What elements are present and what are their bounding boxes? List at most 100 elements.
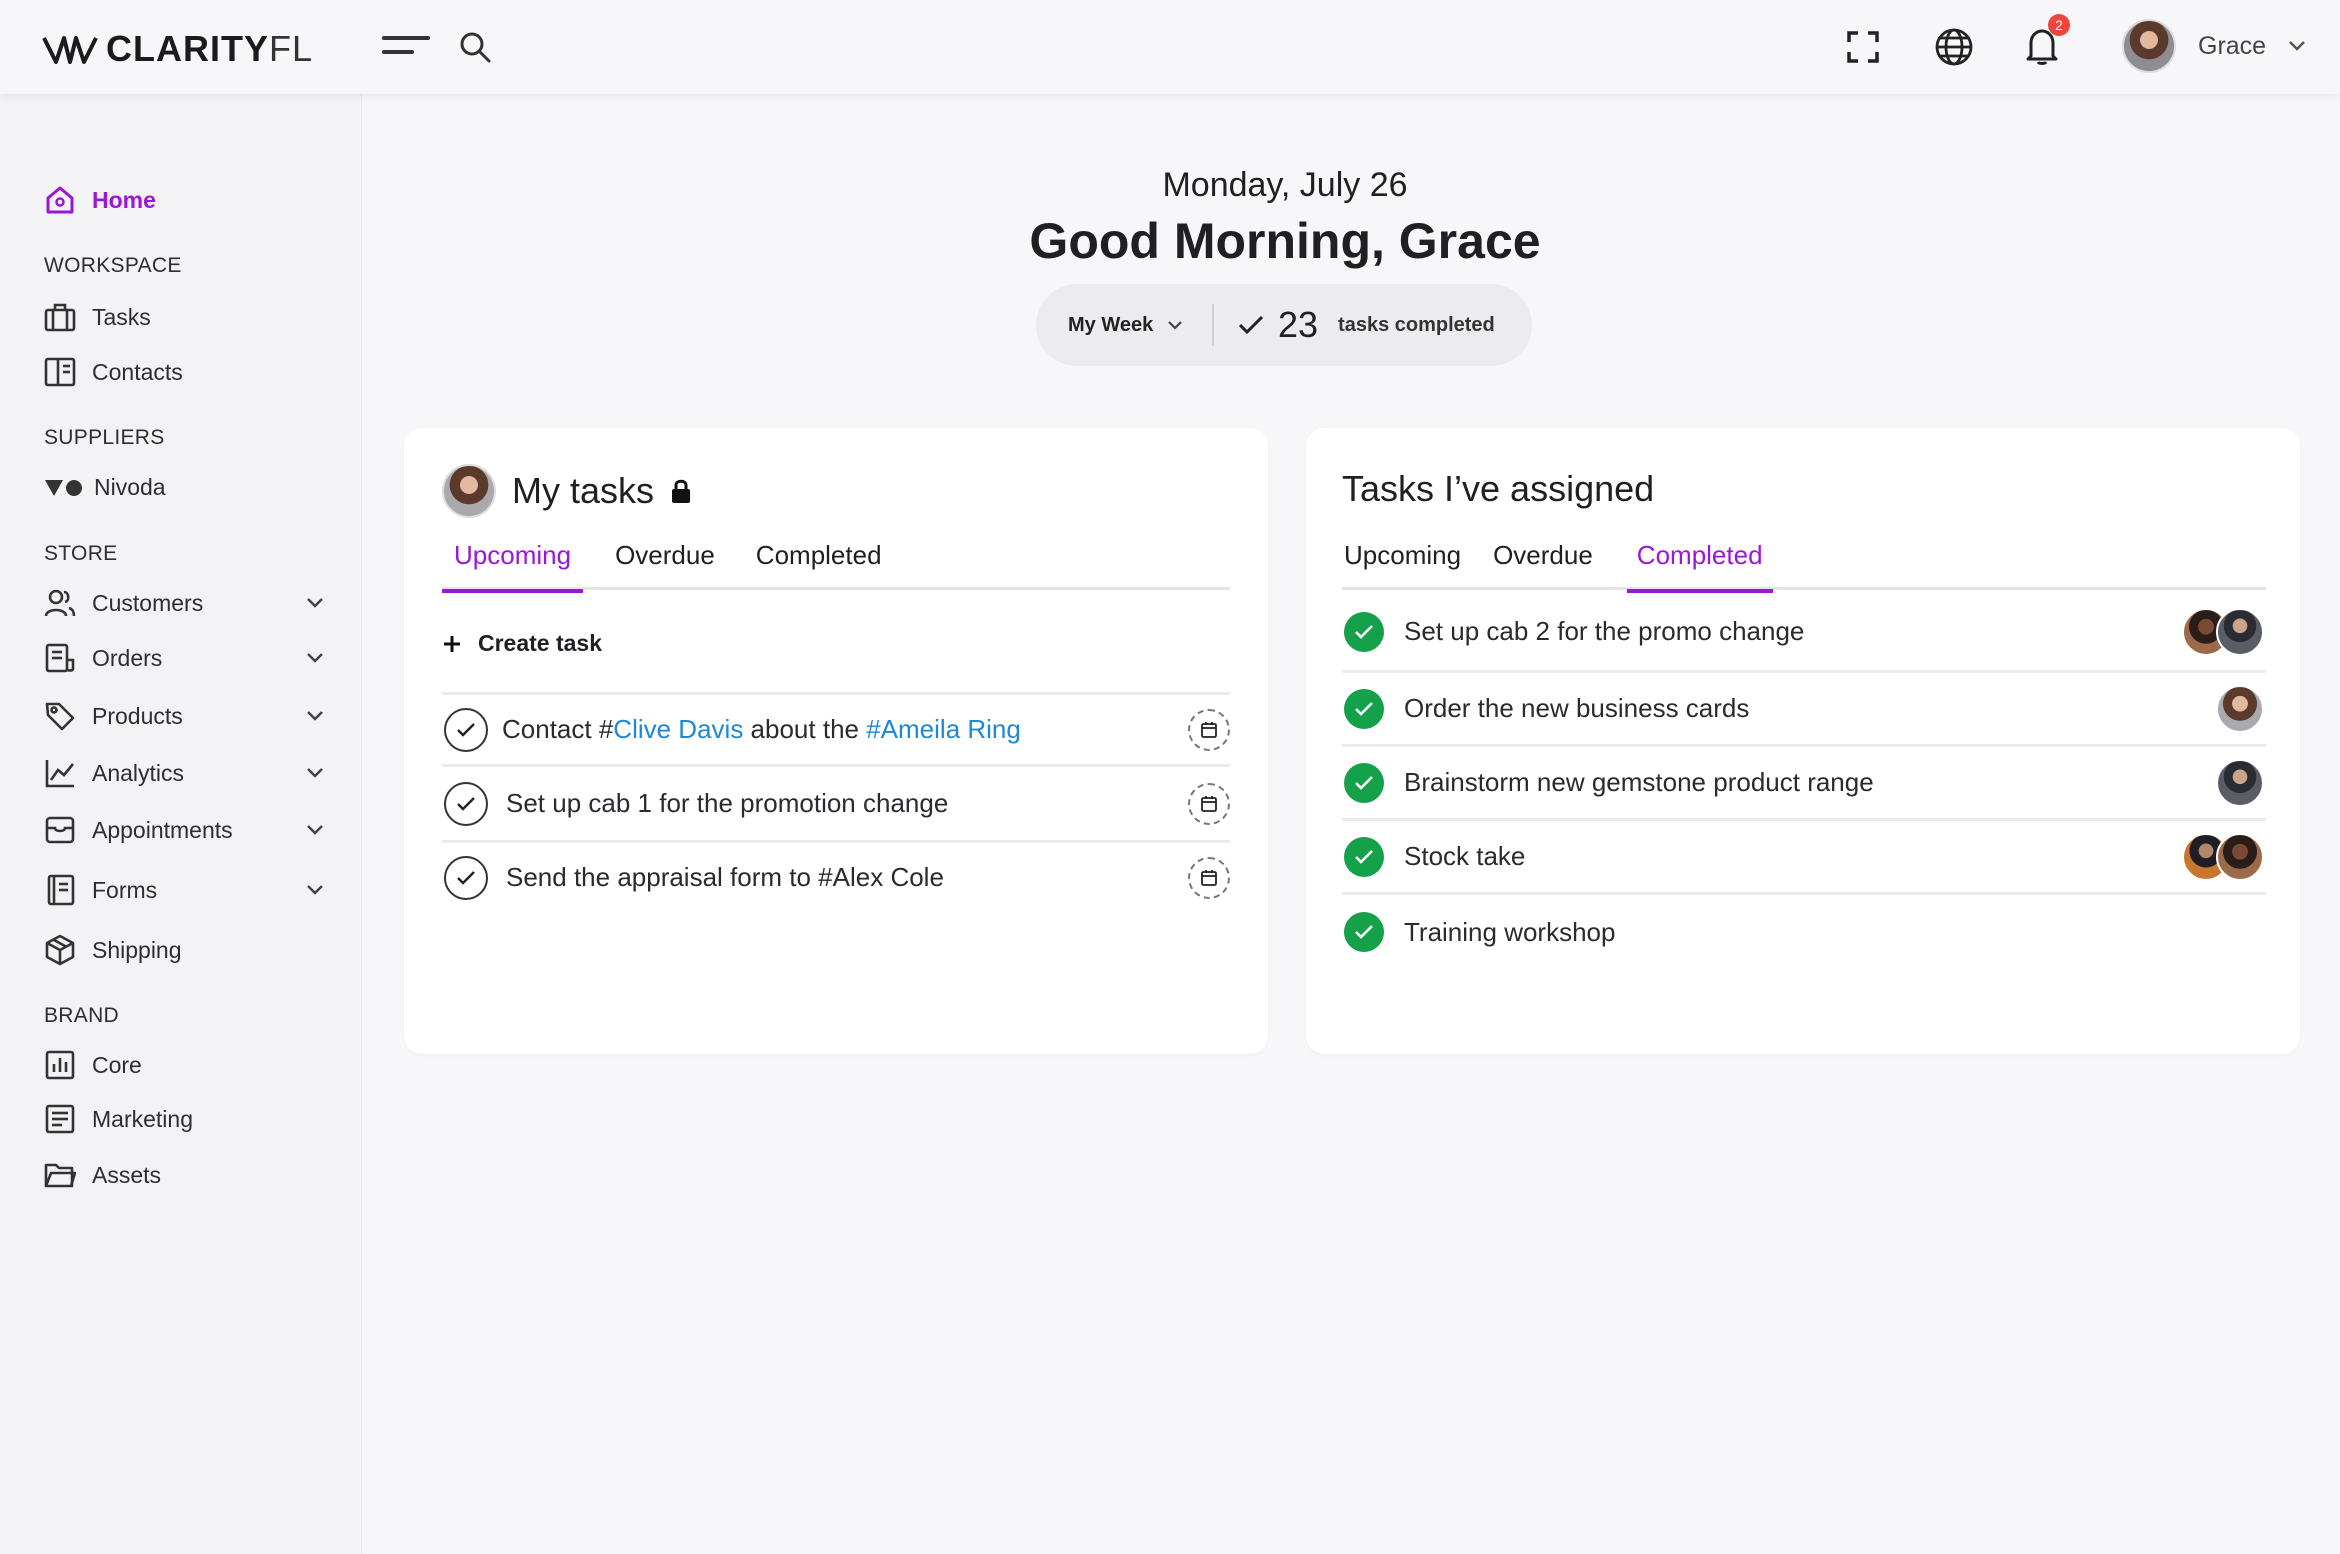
- customers-icon: [44, 589, 76, 617]
- form-icon: [47, 874, 75, 906]
- my-tasks-card: My tasks Upcoming Overdue Completed Crea…: [404, 428, 1268, 1054]
- sidebar-item-contacts[interactable]: Contacts: [44, 357, 324, 387]
- assignee-avatars[interactable]: [2182, 607, 2264, 656]
- task-row[interactable]: Contact #Clive Davis about the #Ameila R…: [442, 692, 1230, 764]
- product-link[interactable]: #Ameila Ring: [866, 714, 1021, 744]
- sidebar-item-products[interactable]: Products: [44, 700, 324, 732]
- assignee-avatars[interactable]: [2182, 832, 2264, 881]
- inbox-icon: [45, 816, 75, 844]
- sidebar-item-orders[interactable]: Orders: [44, 642, 324, 674]
- chevron-down-icon: [307, 768, 323, 778]
- assignee-avatar: [2216, 758, 2264, 807]
- user-menu[interactable]: Grace: [2122, 19, 2306, 73]
- tab-completed[interactable]: Completed: [742, 532, 896, 590]
- tab-overdue[interactable]: Overdue: [1491, 532, 1595, 590]
- assignee-avatars[interactable]: [2216, 684, 2264, 733]
- due-date-button[interactable]: [1188, 856, 1230, 899]
- fullscreen-icon[interactable]: [1846, 30, 1880, 64]
- completed-check-icon: [1344, 836, 1384, 877]
- brand-name: CLARITYFL: [106, 28, 314, 69]
- document-icon: [45, 1104, 75, 1134]
- assignee-avatars[interactable]: [2216, 758, 2264, 807]
- due-date-button[interactable]: [1188, 708, 1230, 751]
- my-tasks-title: My tasks: [442, 464, 692, 518]
- sidebar-item-label: Products: [92, 702, 183, 729]
- sidebar-item-marketing[interactable]: Marketing: [44, 1104, 324, 1134]
- sidebar-item-tasks[interactable]: Tasks: [44, 302, 324, 332]
- chevron-down-icon: [307, 825, 323, 835]
- contact-link[interactable]: Clive Davis: [613, 714, 743, 744]
- sidebar: Home WORKSPACE Tasks Contacts SUPPLIERS …: [0, 94, 362, 1554]
- calendar-icon: [1201, 795, 1217, 812]
- chevron-down-icon: [1168, 321, 1183, 330]
- my-tasks-tabs: Upcoming Overdue Completed: [442, 532, 1230, 593]
- sidebar-item-assets[interactable]: Assets: [44, 1160, 324, 1190]
- menu-toggle-icon[interactable]: [382, 30, 430, 60]
- chevron-down-icon: [2289, 41, 2305, 51]
- assigned-task-row[interactable]: Stock take: [1342, 821, 2266, 895]
- assignee-avatar: [2216, 832, 2264, 881]
- assignee-avatar: [2216, 607, 2264, 656]
- task-complete-toggle[interactable]: [444, 781, 488, 826]
- task-row[interactable]: Set up cab 1 for the promotion change: [442, 764, 1230, 840]
- assigned-tasks-card: Tasks I’ve assigned Upcoming Overdue Com…: [1306, 428, 2300, 1054]
- greeting-title: Good Morning, Grace: [1029, 213, 1541, 269]
- check-icon: [457, 796, 475, 811]
- chevron-down-icon: [307, 598, 323, 608]
- sidebar-item-core[interactable]: Core: [44, 1050, 324, 1080]
- assigned-task-row[interactable]: Order the new business cards: [1342, 673, 2266, 747]
- assigned-task-row[interactable]: Set up cab 2 for the promo change: [1342, 593, 2266, 673]
- task-text: Send the appraisal form to #Alex Cole: [506, 862, 944, 892]
- orders-icon: [45, 643, 75, 673]
- user-name: Grace: [2198, 31, 2267, 60]
- task-row[interactable]: Send the appraisal form to #Alex Cole: [442, 840, 1230, 912]
- task-complete-toggle[interactable]: [444, 855, 488, 900]
- sidebar-item-shipping[interactable]: Shipping: [44, 934, 324, 966]
- task-text: Stock take: [1404, 841, 1526, 871]
- task-text-segment: Contact #: [502, 714, 614, 744]
- section-suppliers: SUPPLIERS: [44, 426, 165, 449]
- sidebar-item-analytics[interactable]: Analytics: [44, 758, 324, 788]
- sidebar-item-label: Appointments: [92, 816, 233, 843]
- create-task-button[interactable]: Create task: [442, 630, 602, 657]
- completed-count: 23: [1278, 304, 1319, 345]
- tab-upcoming[interactable]: Upcoming: [1342, 532, 1463, 590]
- sidebar-item-label: Assets: [92, 1161, 162, 1188]
- task-text: Set up cab 1 for the promotion change: [506, 788, 949, 818]
- sidebar-item-nivoda[interactable]: Nivoda: [44, 474, 324, 501]
- task-text: Brainstorm new gemstone product range: [1404, 767, 1874, 797]
- task-complete-toggle[interactable]: [444, 707, 488, 752]
- sidebar-item-forms[interactable]: Forms: [44, 874, 324, 906]
- tab-overdue[interactable]: Overdue: [601, 532, 729, 590]
- task-text: Contact #Clive Davis about the #Ameila R…: [502, 714, 1021, 745]
- completed-label: tasks completed: [1338, 313, 1495, 336]
- notifications-bell-icon[interactable]: 2: [2024, 14, 2070, 66]
- sidebar-item-label: Analytics: [92, 759, 185, 786]
- brand-logo[interactable]: CLARITYFL: [42, 28, 313, 70]
- task-text-segment: about the: [743, 714, 867, 744]
- period-select[interactable]: My Week: [1036, 314, 1212, 337]
- assigned-task-row[interactable]: Brainstorm new gemstone product range: [1342, 747, 2266, 821]
- search-icon[interactable]: [458, 30, 492, 64]
- sidebar-item-appointments[interactable]: Appointments: [44, 815, 324, 845]
- sidebar-item-label: Core: [92, 1051, 142, 1078]
- user-avatar: [2122, 19, 2176, 73]
- check-icon: [1238, 315, 1264, 335]
- sidebar-item-label: Orders: [92, 644, 163, 671]
- top-bar: CLARITYFL 2 Grace: [0, 0, 2340, 94]
- calendar-icon: [1201, 869, 1217, 886]
- chevron-down-icon: [307, 711, 323, 721]
- globe-icon[interactable]: [1934, 27, 1974, 67]
- current-date: Monday, July 26: [1162, 166, 1408, 204]
- folder-icon: [44, 1163, 76, 1188]
- assigned-tasks-title: Tasks I’ve assigned: [1342, 468, 1655, 509]
- weekly-summary: My Week 23 tasks completed: [1036, 284, 1532, 366]
- sidebar-item-customers[interactable]: Customers: [44, 588, 324, 618]
- tab-upcoming[interactable]: Upcoming: [442, 532, 584, 593]
- assigned-task-row[interactable]: Training workshop: [1342, 895, 2266, 969]
- task-text: Set up cab 2 for the promo change: [1404, 616, 1805, 646]
- chevron-down-icon: [307, 885, 323, 895]
- tab-completed[interactable]: Completed: [1626, 532, 1773, 593]
- due-date-button[interactable]: [1188, 782, 1230, 825]
- nivoda-logo-icon: [45, 479, 82, 496]
